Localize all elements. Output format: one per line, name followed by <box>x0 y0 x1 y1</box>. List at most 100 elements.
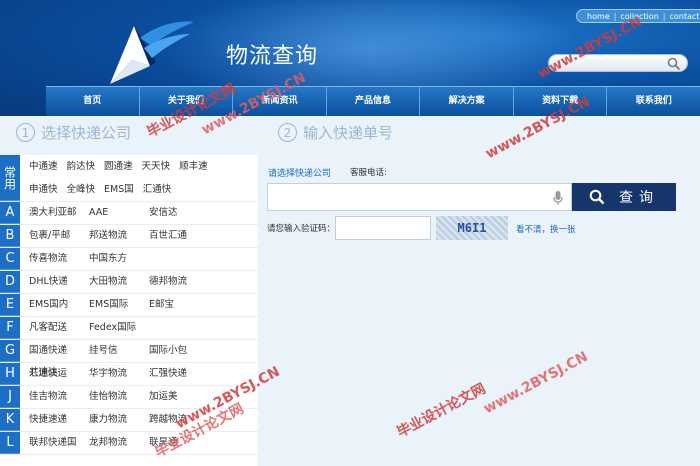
carrier-item[interactable]: 包裹/平邮 <box>29 225 87 247</box>
carrier-item[interactable]: 德邦物流 <box>149 271 207 293</box>
carrier-item[interactable]: DHL快递 <box>29 271 87 293</box>
carrier-item[interactable]: 大田物流 <box>89 271 147 293</box>
nav-downloads[interactable]: 资料下载 <box>514 87 608 116</box>
nav-contact[interactable]: 联系我们 <box>607 87 700 116</box>
carrier-item[interactable]: 汇通快 <box>143 179 172 201</box>
query-button[interactable]: 查询 <box>572 183 676 211</box>
carrier-row: B 包裹/平邮 邦送物流 百世汇通 <box>0 225 258 248</box>
carrier-item[interactable]: 加运美 <box>149 386 207 408</box>
nav-solutions[interactable]: 解决方案 <box>420 87 514 116</box>
carrier-item[interactable]: 天天快 <box>142 156 171 178</box>
choose-carrier-link[interactable]: 请选择快递公司 <box>268 166 331 179</box>
carrier-item[interactable]: E邮宝 <box>149 294 207 316</box>
carrier-item[interactable]: 华宇物流 <box>89 363 147 385</box>
carrier-letter[interactable]: K <box>0 409 20 431</box>
step-one-label: 选择快递公司 <box>41 124 132 142</box>
carrier-row: E EMS国内 EMS国际 E邮宝 <box>0 294 258 317</box>
carrier-letter[interactable]: B <box>0 225 20 247</box>
carrier-row: A 澳大利亚邮 AAE 安信达 <box>0 202 258 225</box>
carrier-item[interactable]: EMS国 <box>104 179 134 201</box>
carrier-row: C 传喜物流 中国东方 <box>0 248 258 271</box>
search-icon <box>589 189 605 205</box>
carrier-letter[interactable]: F <box>0 317 20 339</box>
carrier-item[interactable]: 联邦快递国 <box>29 432 87 454</box>
carrier-item[interactable]: 汇通快运 <box>29 363 87 385</box>
carrier-item[interactable]: 澳大利亚邮 <box>29 202 87 224</box>
contact-link[interactable]: contact <box>665 12 700 21</box>
carrier-item[interactable]: 佳吉物流 <box>29 386 87 408</box>
carrier-letter[interactable]: G <box>0 340 20 362</box>
microphone-icon[interactable] <box>553 190 563 206</box>
step-two-label: 输入快递单号 <box>303 124 394 142</box>
carrier-row: K 快捷速递 康力物流 跨越物流 <box>0 409 258 432</box>
header: 物流查询 home | collection | contact 首页 关于我们… <box>0 0 700 116</box>
carrier-item[interactable]: Fedex国际 <box>89 317 147 339</box>
carrier-item[interactable]: 国通快递 <box>29 340 87 362</box>
site-title: 物流查询 <box>226 44 319 69</box>
carrier-item[interactable]: 中通速 <box>29 156 58 178</box>
carrier-item[interactable]: 快捷速递 <box>29 409 87 431</box>
nav-home[interactable]: 首页 <box>46 87 140 116</box>
captcha-input[interactable] <box>335 216 431 240</box>
carrier-items: DHL快递 大田物流 德邦物流 <box>20 271 258 293</box>
step-two-title: 2 输入快递单号 <box>278 122 393 143</box>
carrier-item[interactable]: 康力物流 <box>89 409 147 431</box>
carrier-item[interactable]: 国际小包 <box>149 340 207 362</box>
carrier-item[interactable]: 安信达 <box>149 202 207 224</box>
header-search-input[interactable] <box>548 54 688 72</box>
carrier-letter[interactable]: H <box>0 363 20 385</box>
carrier-letter[interactable]: A <box>0 202 20 224</box>
carrier-row: G 国通快递 挂号信 国际小包 共速达 <box>0 340 258 378</box>
service-tel-label: 客服电话: <box>350 168 387 178</box>
carrier-item[interactable]: 佳怡物流 <box>89 386 147 408</box>
carrier-item[interactable]: 顺丰速 <box>179 156 208 178</box>
tracking-number-input[interactable] <box>267 183 572 211</box>
carrier-item[interactable]: 圆通速 <box>104 156 133 178</box>
carrier-letter[interactable]: E <box>0 294 20 316</box>
carrier-item[interactable]: 百世汇通 <box>149 225 207 247</box>
carrier-item[interactable]: AAE <box>89 202 147 224</box>
top-links: home | collection | contact <box>576 9 700 23</box>
nav-products[interactable]: 产品信息 <box>327 87 421 116</box>
refresh-captcha-link[interactable]: 看不清，换一张 <box>516 223 576 235</box>
carrier-item[interactable]: EMS国内 <box>29 294 87 316</box>
captcha-image[interactable]: M6I1 <box>436 216 508 240</box>
carrier-item[interactable]: 申通快 <box>29 179 58 201</box>
carrier-item[interactable]: 挂号信 <box>89 340 147 362</box>
carrier-item[interactable]: 联昊通 <box>149 432 207 454</box>
carrier-items: 汇通快运 华宇物流 汇强快递 <box>20 363 258 385</box>
carrier-letter[interactable]: J <box>0 386 20 408</box>
step-two-number: 2 <box>278 123 297 142</box>
carrier-item[interactable]: 传喜物流 <box>29 248 87 270</box>
carrier-letter[interactable]: D <box>0 271 20 293</box>
carrier-item[interactable]: 中国东方 <box>89 248 147 270</box>
carrier-item[interactable]: EMS国际 <box>89 294 147 316</box>
collection-link[interactable]: collection <box>616 12 662 21</box>
carrier-letter[interactable]: L <box>0 432 20 454</box>
carrier-item[interactable]: 凡客配送 <box>29 317 87 339</box>
carrier-items: 凡客配送 Fedex国际 <box>20 317 258 339</box>
carrier-letter[interactable]: C <box>0 248 20 270</box>
carrier-item[interactable]: 韵达快 <box>67 156 96 178</box>
carrier-item[interactable]: 汇强快递 <box>149 363 207 385</box>
carrier-item[interactable]: 龙邦物流 <box>89 432 147 454</box>
carrier-item[interactable]: 跨越物流 <box>149 409 207 431</box>
carrier-item[interactable]: 全峰快 <box>67 179 96 201</box>
search-icon[interactable] <box>667 57 681 71</box>
main-nav: 首页 关于我们 新闻资讯 产品信息 解决方案 资料下载 联系我们 <box>46 86 700 116</box>
nav-news[interactable]: 新闻资讯 <box>233 87 327 116</box>
carrier-row: 常用 中通速 韵达快 圆通速 天天快 顺丰速申通快 全峰快 EMS国 汇通快 <box>0 155 258 202</box>
logo-icon <box>110 21 194 84</box>
carrier-row: D DHL快递 大田物流 德邦物流 <box>0 271 258 294</box>
carrier-items: 包裹/平邮 邦送物流 百世汇通 <box>20 225 258 247</box>
carrier-list: 常用 中通速 韵达快 圆通速 天天快 顺丰速申通快 全峰快 EMS国 汇通快 A 澳大利亚邮 AAE 安… <box>0 155 258 466</box>
nav-about[interactable]: 关于我们 <box>140 87 234 116</box>
carrier-item[interactable]: 邦送物流 <box>89 225 147 247</box>
carrier-row: J 佳吉物流 佳怡物流 加运美 <box>0 386 258 409</box>
carrier-items: 联邦快递国 龙邦物流 联昊通 <box>20 432 258 454</box>
carrier-row: L 联邦快递国 龙邦物流 联昊通 <box>0 432 258 455</box>
home-link[interactable]: home <box>583 12 614 21</box>
carrier-items: EMS国内 EMS国际 E邮宝 <box>20 294 258 316</box>
carrier-letter[interactable]: 常用 <box>0 155 20 201</box>
query-button-label: 查询 <box>619 190 659 206</box>
